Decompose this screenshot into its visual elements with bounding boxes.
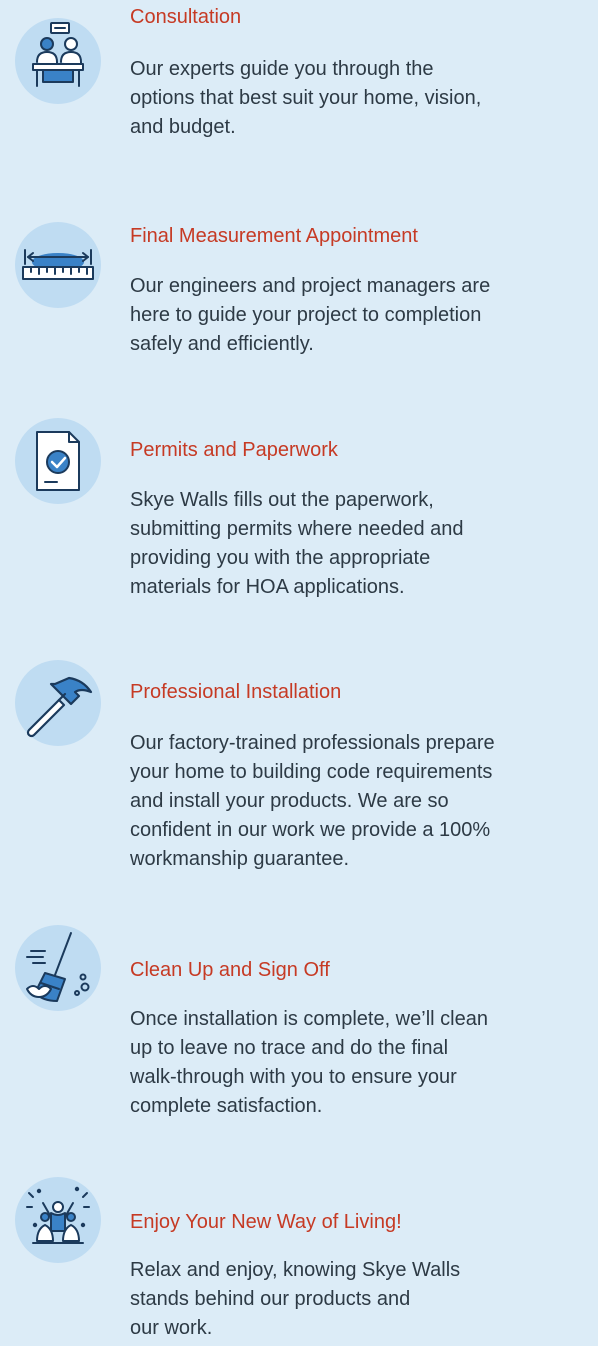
step-description: Skye Walls fills out the paperwork, subm… (130, 489, 464, 598)
step-title: Permits and Paperwork (130, 439, 338, 461)
step-description: Our engineers and project managers are h… (130, 275, 491, 355)
celebration-icon (15, 1177, 101, 1263)
consultation-icon (15, 18, 101, 104)
step-title: Consultation (130, 6, 242, 28)
step-title: Enjoy Your New Way of Living! (130, 1211, 402, 1233)
step-description: Our experts guide you through the option… (130, 58, 482, 138)
step-title: Clean Up and Sign Off (130, 959, 330, 981)
step-title: Final Measurement Appointment (130, 225, 418, 247)
permit-document-icon (15, 418, 101, 504)
step-description: Our factory-trained professionals prepar… (130, 732, 495, 870)
measurement-ruler-icon (15, 222, 101, 308)
broom-icon (15, 925, 101, 1011)
step-title: Professional Installation (130, 681, 342, 703)
step-description: Once installation is complete, we’ll cle… (130, 1008, 488, 1117)
step-description: Relax and enjoy, knowing Skye Walls stan… (130, 1259, 461, 1339)
process-steps: Consultation Our experts guide you throu… (0, 0, 598, 1346)
hammer-icon (15, 660, 101, 746)
